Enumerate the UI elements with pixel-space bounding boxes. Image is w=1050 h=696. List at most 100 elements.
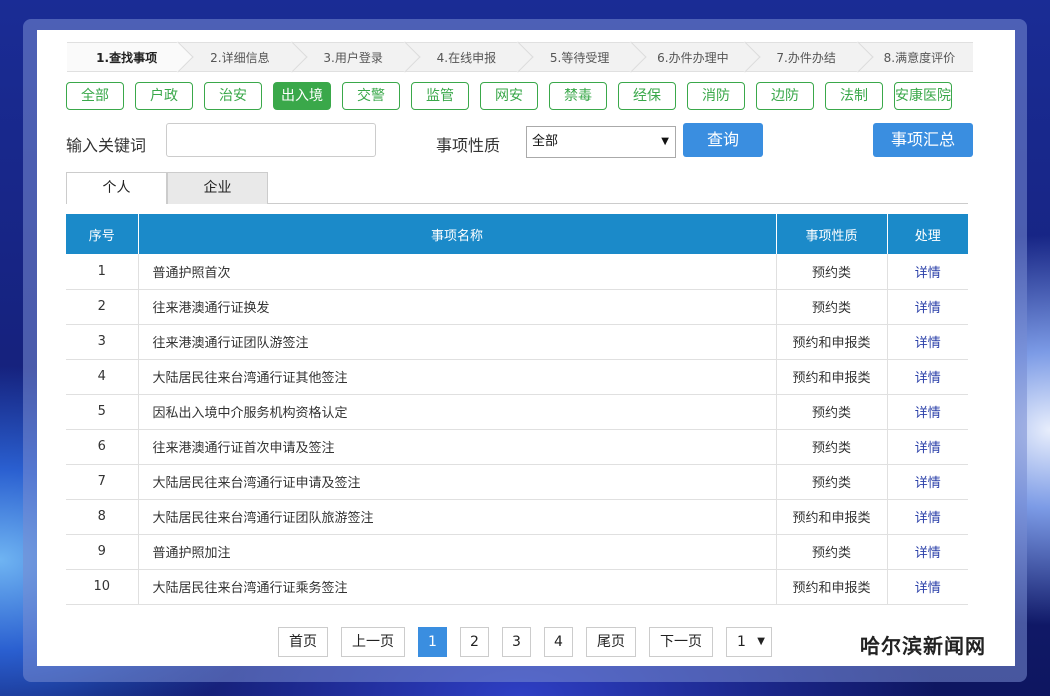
items-table: 序号 事项名称 事项性质 处理 1 普通护照首次 预约类 详情 2 往来港澳通行…: [66, 214, 968, 605]
header-action: 处理: [887, 214, 968, 254]
header-no: 序号: [66, 214, 139, 254]
keyword-input[interactable]: [166, 123, 376, 157]
row-nature: 预约类: [776, 289, 888, 325]
row-no: 2: [66, 289, 139, 325]
row-nature: 预约类: [776, 429, 888, 465]
header-name: 事项名称: [138, 214, 777, 254]
row-detail-link[interactable]: 详情: [887, 394, 968, 430]
main-panel: 1.查找事项 2.详细信息 3.用户登录 4.在线申报 5.等待受理 6.办件办…: [37, 30, 1015, 666]
progress-steps: 1.查找事项 2.详细信息 3.用户登录 4.在线申报 5.等待受理 6.办件办…: [67, 42, 973, 72]
row-detail-link[interactable]: 详情: [887, 569, 968, 605]
row-detail-link[interactable]: 详情: [887, 324, 968, 360]
row-no: 7: [66, 464, 139, 500]
row-nature: 预约类: [776, 534, 888, 570]
last-page-button[interactable]: 尾页: [586, 627, 636, 657]
row-no: 10: [66, 569, 139, 605]
table-row: 8 大陆居民往来台湾通行证团队旅游签注 预约和申报类 详情: [66, 499, 968, 535]
table-row: 6 往来港澳通行证首次申请及签注 预约类 详情: [66, 429, 968, 465]
row-no: 3: [66, 324, 139, 360]
step-6: 6.办件办理中: [633, 42, 747, 72]
step-5: 5.等待受理: [520, 42, 634, 72]
next-page-button[interactable]: 下一页: [649, 627, 713, 657]
category-jianguan[interactable]: 监管: [411, 82, 469, 110]
row-no: 4: [66, 359, 139, 395]
category-churujing[interactable]: 出入境: [273, 82, 331, 110]
row-nature: 预约和申报类: [776, 499, 888, 535]
step-7: 7.办件办结: [746, 42, 860, 72]
page-3-button[interactable]: 3: [502, 627, 531, 657]
row-no: 5: [66, 394, 139, 430]
page-1-button[interactable]: 1: [418, 627, 447, 657]
step-2: 2.详细信息: [180, 42, 294, 72]
row-detail-link[interactable]: 详情: [887, 429, 968, 465]
row-no: 6: [66, 429, 139, 465]
category-all[interactable]: 全部: [66, 82, 124, 110]
row-name: 因私出入境中介服务机构资格认定: [138, 394, 777, 430]
row-detail-link[interactable]: 详情: [887, 464, 968, 500]
category-jindu[interactable]: 禁毒: [549, 82, 607, 110]
table-row: 2 往来港澳通行证换发 预约类 详情: [66, 289, 968, 325]
category-xiaofang[interactable]: 消防: [687, 82, 745, 110]
row-detail-link[interactable]: 详情: [887, 254, 968, 290]
summary-button[interactable]: 事项汇总: [873, 123, 973, 157]
category-bar: 全部 户政 治安 出入境 交警 监管 网安 禁毒 经保 消防 边防 法制 安康医…: [66, 82, 952, 110]
page-jump-select[interactable]: 1 ▼: [726, 627, 772, 657]
step-1: 1.查找事项: [67, 42, 181, 72]
dropdown-arrow-icon: ▼: [757, 636, 765, 647]
keyword-label: 输入关键词: [66, 136, 147, 155]
step-8: 8.满意度评价: [859, 42, 973, 72]
nature-select-value: 全部: [532, 134, 559, 149]
category-jiaojing[interactable]: 交警: [342, 82, 400, 110]
row-name: 大陆居民往来台湾通行证团队旅游签注: [138, 499, 777, 535]
pagination: 首页 上一页 1 2 3 4 尾页 下一页 1 ▼: [278, 627, 772, 657]
dropdown-arrow-icon: ▼: [661, 136, 669, 147]
category-huzheng[interactable]: 户政: [135, 82, 193, 110]
nature-label: 事项性质: [436, 136, 501, 155]
category-bianfang[interactable]: 边防: [756, 82, 814, 110]
table-row: 7 大陆居民往来台湾通行证申请及签注 预约类 详情: [66, 464, 968, 500]
header-nature: 事项性质: [776, 214, 888, 254]
row-nature: 预约和申报类: [776, 324, 888, 360]
page-2-button[interactable]: 2: [460, 627, 489, 657]
type-tabs: 个人 企业: [66, 172, 968, 204]
row-nature: 预约类: [776, 464, 888, 500]
row-name: 往来港澳通行证团队游签注: [138, 324, 777, 360]
category-zhian[interactable]: 治安: [204, 82, 262, 110]
prev-page-button[interactable]: 上一页: [341, 627, 405, 657]
row-name: 普通护照加注: [138, 534, 777, 570]
category-ankang[interactable]: 安康医院: [894, 82, 952, 110]
table-row: 4 大陆居民往来台湾通行证其他签注 预约和申报类 详情: [66, 359, 968, 395]
table-row: 9 普通护照加注 预约类 详情: [66, 534, 968, 570]
row-name: 往来港澳通行证首次申请及签注: [138, 429, 777, 465]
tab-personal[interactable]: 个人: [66, 172, 167, 204]
page-4-button[interactable]: 4: [544, 627, 573, 657]
category-fazhi[interactable]: 法制: [825, 82, 883, 110]
row-detail-link[interactable]: 详情: [887, 359, 968, 395]
table-row: 10 大陆居民往来台湾通行证乘务签注 预约和申报类 详情: [66, 569, 968, 605]
row-name: 大陆居民往来台湾通行证其他签注: [138, 359, 777, 395]
table-row: 5 因私出入境中介服务机构资格认定 预约类 详情: [66, 394, 968, 430]
page-jump-value: 1: [737, 634, 746, 650]
table-row: 3 往来港澳通行证团队游签注 预约和申报类 详情: [66, 324, 968, 360]
step-3: 3.用户登录: [293, 42, 407, 72]
row-detail-link[interactable]: 详情: [887, 289, 968, 325]
first-page-button[interactable]: 首页: [278, 627, 328, 657]
row-detail-link[interactable]: 详情: [887, 534, 968, 570]
category-wangan[interactable]: 网安: [480, 82, 538, 110]
table-header-row: 序号 事项名称 事项性质 处理: [66, 214, 968, 254]
row-detail-link[interactable]: 详情: [887, 499, 968, 535]
watermark: 哈尔滨新闻网: [824, 630, 986, 659]
nature-select[interactable]: 全部 ▼: [526, 126, 676, 158]
row-nature: 预约类: [776, 254, 888, 290]
query-button[interactable]: 查询: [683, 123, 763, 157]
step-4: 4.在线申报: [406, 42, 520, 72]
row-name: 大陆居民往来台湾通行证乘务签注: [138, 569, 777, 605]
row-no: 8: [66, 499, 139, 535]
category-jingbao[interactable]: 经保: [618, 82, 676, 110]
row-no: 9: [66, 534, 139, 570]
row-nature: 预约和申报类: [776, 359, 888, 395]
row-name: 普通护照首次: [138, 254, 777, 290]
tab-enterprise[interactable]: 企业: [167, 172, 268, 204]
row-name: 往来港澳通行证换发: [138, 289, 777, 325]
table-row: 1 普通护照首次 预约类 详情: [66, 254, 968, 290]
